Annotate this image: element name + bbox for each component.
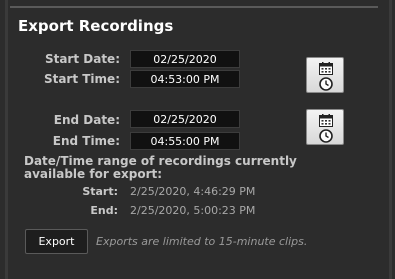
start-date-field[interactable]: 02/25/2020 — [130, 50, 240, 68]
end-date-label: End Date: — [53, 113, 120, 127]
start-date-label: Start Date: — [44, 52, 120, 66]
end-time-field[interactable]: 04:55:00 PM — [130, 132, 240, 150]
export-limit-note: Exports are limited to 15-minute clips. — [96, 235, 308, 248]
end-datetime-picker-button[interactable] — [306, 109, 344, 145]
range-start-label: Start: — [82, 185, 118, 198]
panel-top-divider — [10, 6, 378, 8]
end-date-field[interactable]: 02/25/2020 — [130, 110, 240, 128]
available-range-heading: Date/Time range of recordings currently … — [24, 154, 297, 181]
panel-title: Export Recordings — [18, 17, 174, 35]
export-button[interactable]: Export — [25, 229, 88, 254]
clock-icon — [319, 129, 333, 143]
end-time-label: End Time: — [52, 134, 120, 148]
range-start-value: 2/25/2020, 4:46:29 PM — [130, 185, 256, 198]
calendar-icon — [319, 114, 333, 127]
panel-right-border — [389, 0, 392, 279]
start-time-label: Start Time: — [43, 72, 120, 86]
start-time-field[interactable]: 04:53:00 PM — [130, 70, 240, 88]
calendar-icon — [319, 62, 333, 75]
clock-icon — [319, 77, 333, 91]
export-recordings-panel: Export Recordings Start Date: 02/25/2020… — [0, 0, 395, 279]
start-datetime-picker-button[interactable] — [306, 57, 344, 93]
panel-left-border — [5, 0, 8, 279]
range-end-value: 2/25/2020, 5:00:23 PM — [130, 204, 256, 217]
range-end-label: End: — [90, 204, 118, 217]
